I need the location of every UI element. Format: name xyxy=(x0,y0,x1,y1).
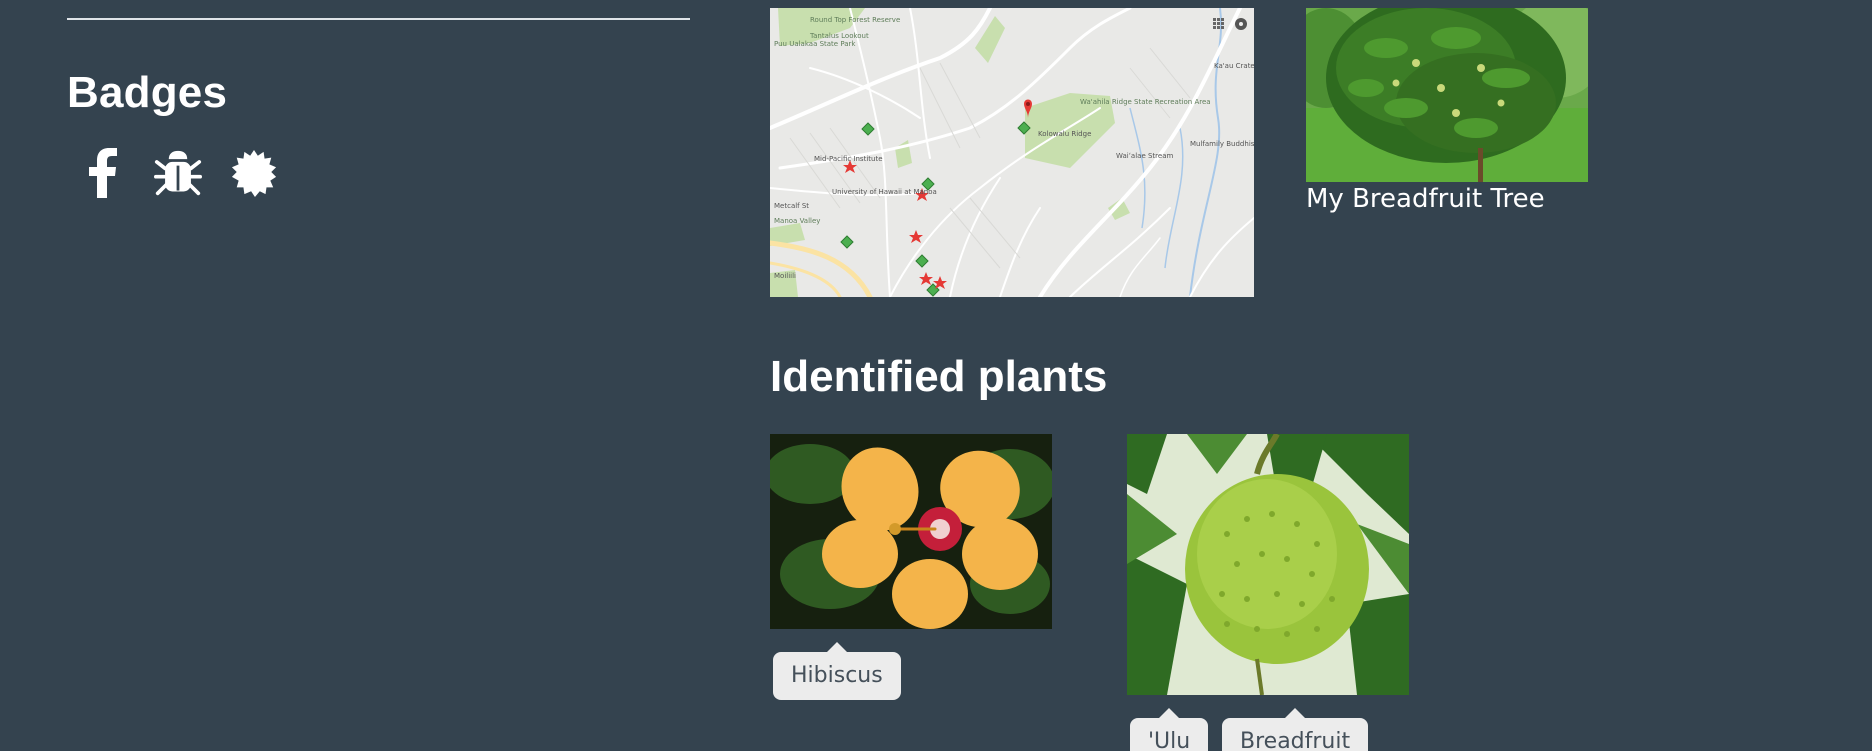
plant-tag-ulu[interactable]: 'Ulu xyxy=(1130,708,1209,751)
certificate-icon[interactable] xyxy=(230,148,278,198)
plant-tag-breadfruit[interactable]: Breadfruit xyxy=(1222,708,1369,751)
section-divider xyxy=(67,18,690,20)
hibiscus-photo[interactable] xyxy=(770,434,1052,629)
plants-map[interactable]: Round Top Forest Reserve Tantalus Lookou… xyxy=(770,8,1254,297)
bug-icon[interactable] xyxy=(154,148,202,198)
breadfruit-tree-photo[interactable] xyxy=(1306,8,1588,182)
plant-tag-hibiscus[interactable]: Hibiscus xyxy=(773,642,901,700)
map-label: Ka'au Crater xyxy=(1214,62,1254,70)
map-label: Metcalf St xyxy=(774,202,809,210)
map-label: Puu Ualakaa State Park xyxy=(774,40,856,48)
map-label: University of Hawaii at Manoa xyxy=(832,188,937,196)
map-label: Mulfamily Buddhist Temple xyxy=(1190,140,1254,148)
map-label: Moiliili xyxy=(774,272,796,280)
tree-caption: My Breadfruit Tree xyxy=(1306,184,1545,214)
identified-plants-heading: Identified plants xyxy=(770,352,1108,401)
facebook-icon[interactable] xyxy=(78,148,126,198)
badge-icon-list xyxy=(78,148,278,198)
badges-heading: Badges xyxy=(67,68,228,117)
map-label: Wa'ahila Ridge State Recreation Area xyxy=(1080,98,1211,106)
breadfruit-photo[interactable] xyxy=(1127,434,1409,695)
map-label: Manoa Valley xyxy=(774,217,820,225)
map-label: Round Top Forest Reserve xyxy=(810,16,900,24)
map-label: Waiʻalae Stream xyxy=(1116,152,1173,160)
map-label: Kolowalu Ridge xyxy=(1038,130,1091,138)
map-label: Mid-Pacific Institute xyxy=(814,155,883,163)
map-label: Tantalus Lookout xyxy=(809,32,869,40)
